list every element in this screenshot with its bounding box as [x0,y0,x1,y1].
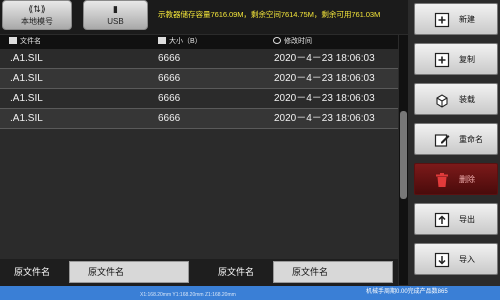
load-icon [436,94,448,108]
file-name: .A1.SIL [10,53,43,64]
table-row[interactable]: .A1.SIL 6666 2020－4－23 18:06:03 [0,69,398,89]
source-filename-field[interactable]: 原文件名 [69,261,189,283]
new-file-icon [434,12,450,28]
column-header-time[interactable]: 修改时间 [273,37,312,47]
clock-icon [273,37,281,44]
table-row[interactable]: .A1.SIL 6666 2020－4－23 18:06:03 [0,109,398,129]
import-icon [434,252,450,268]
local-storage-icon: ⟪⇅⟫ [28,5,46,15]
cycle-status: 机械手周期0.00完成产品数865 [366,289,448,295]
file-time: 2020－4－23 18:06:03 [274,73,375,84]
folder-icon [158,37,166,44]
copy-button[interactable]: 复制 [414,43,498,75]
column-header-name[interactable]: 文件名 [9,37,41,47]
file-size: 6666 [158,73,181,84]
file-time: 2020－4－23 18:06:03 [274,53,375,64]
scrollbar[interactable] [399,35,408,285]
copy-icon [434,52,450,68]
file-icon [9,37,17,44]
delete-button-label: 删除 [459,175,475,184]
file-list: .A1.SIL 6666 2020－4－23 18:06:03 .A1.SIL … [0,49,398,129]
file-size: 6666 [158,53,181,64]
rename-button-label: 重命名 [459,135,483,144]
copy-button-label: 复制 [459,55,475,64]
source-filename-label: 原文件名 [14,267,51,277]
scrollbar-thumb[interactable] [400,111,407,199]
file-name: .A1.SIL [10,113,43,124]
file-size: 6666 [158,93,181,104]
status-bar: X1:168.20mm Y1:168.20mm Z1:168.20mm 机械手周… [0,286,500,300]
load-button-label: 装载 [459,95,475,104]
rename-icon [434,134,450,147]
action-sidebar: 新建 复制 装载 重命名 删除 导出 导入 [408,0,500,286]
column-header-size[interactable]: 大小（B） [158,37,202,47]
filename-bar: 原文件名 原文件名 原文件名 原文件名 [0,259,398,286]
target-filename-field[interactable]: 原文件名 [273,261,393,283]
table-row[interactable]: .A1.SIL 6666 2020－4－23 18:06:03 [0,89,398,109]
import-button-label: 导入 [459,255,475,264]
export-button[interactable]: 导出 [414,203,498,235]
file-time: 2020－4－23 18:06:03 [274,93,375,104]
delete-icon [436,173,448,187]
new-button[interactable]: 新建 [414,3,498,35]
load-button[interactable]: 装载 [414,83,498,115]
storage-info: 示教器储存容量7616.09M，剩余空间7614.75M，剩余可用761.03M [158,10,381,19]
import-button[interactable]: 导入 [414,243,498,275]
local-source-button[interactable]: ⟪⇅⟫ 本地模号 [2,0,72,30]
usb-source-label: USB [107,17,124,26]
new-button-label: 新建 [459,15,475,24]
delete-button[interactable]: 删除 [414,163,498,195]
target-filename-label: 原文件名 [218,267,255,277]
file-name: .A1.SIL [10,73,43,84]
export-button-label: 导出 [459,215,475,224]
usb-source-button[interactable]: ▮ USB [83,0,148,30]
axis-coordinates: X1:168.20mm Y1:168.20mm Z1:168.20mm [140,292,236,298]
file-time: 2020－4－23 18:06:03 [274,113,375,124]
usb-icon: ▮ [113,5,118,15]
top-bar: ⟪⇅⟫ 本地模号 ▮ USB 示教器储存容量7616.09M，剩余空间7614.… [0,0,408,34]
rename-button[interactable]: 重命名 [414,123,498,155]
file-table-header: 文件名 大小（B） 修改时间 [0,35,398,49]
export-icon [434,212,450,228]
table-row[interactable]: .A1.SIL 6666 2020－4－23 18:06:03 [0,49,398,69]
local-source-label: 本地模号 [21,17,53,26]
file-name: .A1.SIL [10,93,43,104]
file-size: 6666 [158,113,181,124]
